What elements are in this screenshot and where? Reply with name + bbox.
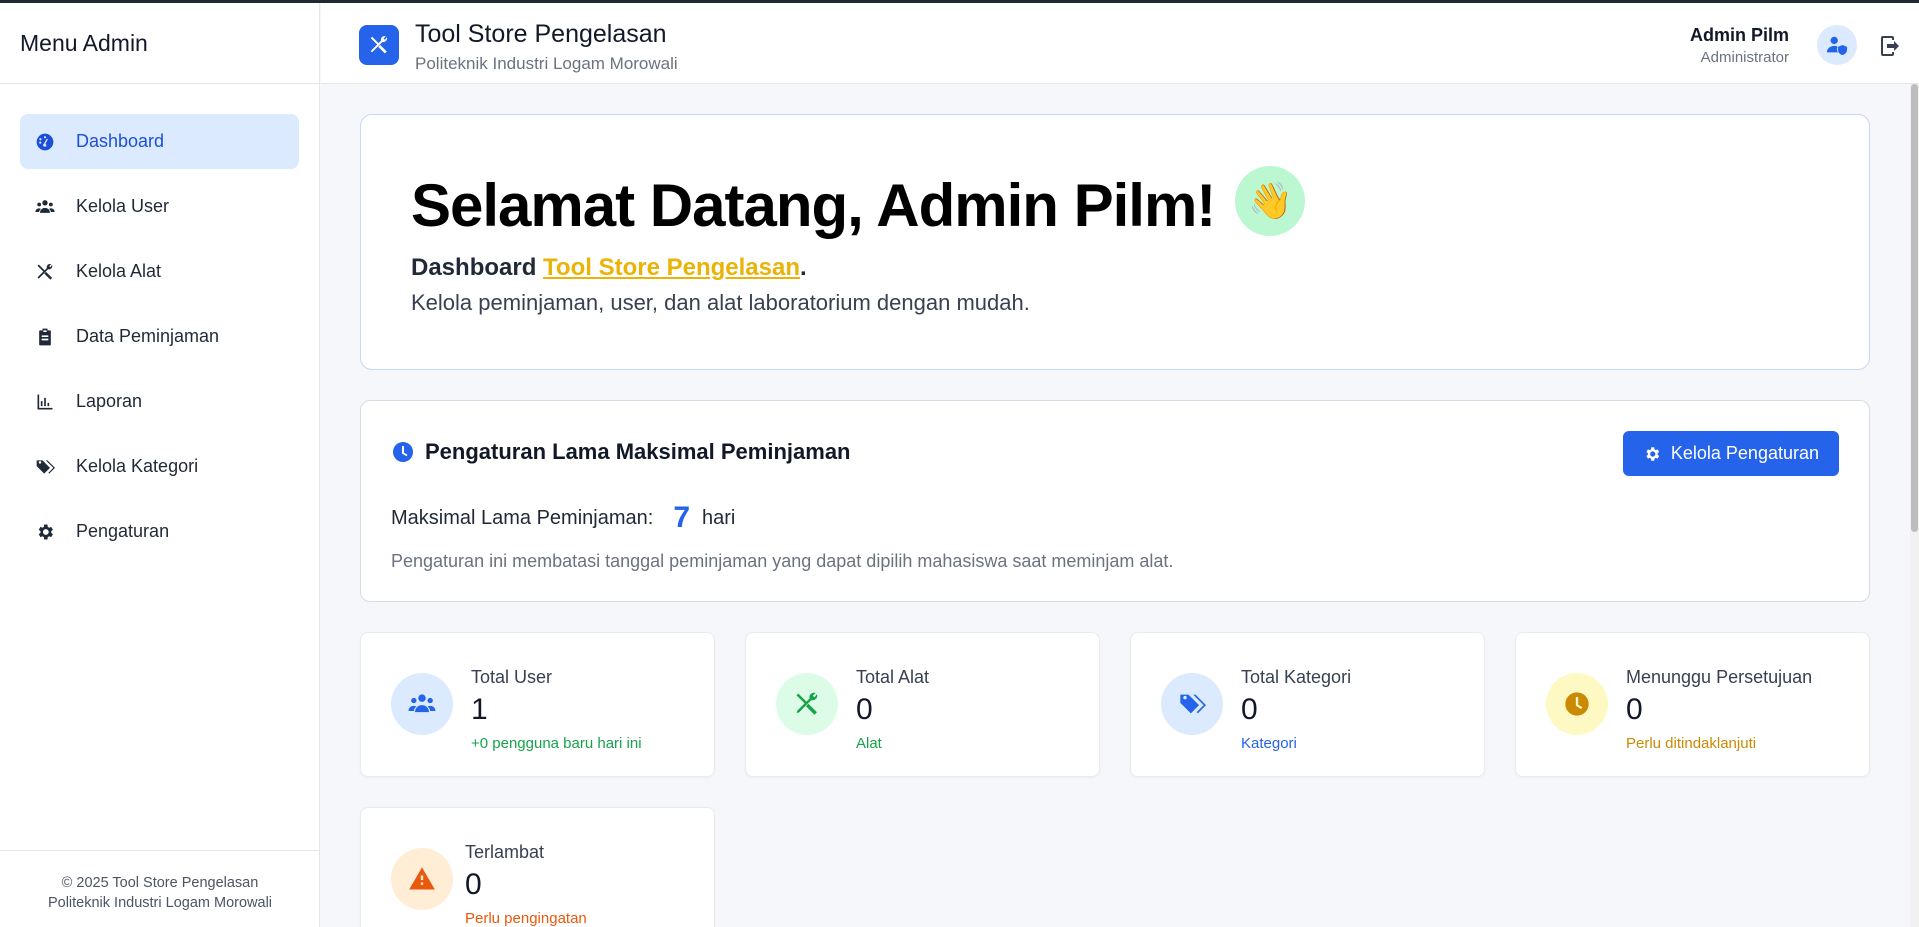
stat-value: 0	[1626, 693, 1643, 726]
stat-label: Total Alat	[856, 667, 930, 687]
max-loan-value: 7	[673, 501, 691, 534]
stat-value: 1	[471, 693, 488, 726]
sidebar-title: Menu Admin	[0, 3, 319, 84]
clipboard-icon	[34, 326, 56, 348]
chart-icon	[34, 391, 56, 413]
stat-label: Total Kategori	[1241, 667, 1352, 687]
sidebar-item-data-peminjaman[interactable]: Data Peminjaman	[20, 309, 299, 364]
stat-label: Menunggu Persetujuan	[1626, 667, 1813, 687]
sidebar-item-kelola-kategori[interactable]: Kelola Kategori	[20, 439, 299, 494]
app-title: Tool Store Pengelasan	[415, 20, 667, 48]
gauge-icon	[34, 131, 56, 153]
sidebar-item-label: Kelola User	[76, 196, 170, 216]
welcome-card: Selamat Datang, Admin Pilm! 👋 Dashboard …	[360, 114, 1870, 370]
sidebar-item-pengaturan[interactable]: Pengaturan	[20, 504, 299, 559]
welcome-highlight-link[interactable]: Tool Store Pengelasan	[543, 254, 800, 281]
sidebar-item-kelola-user[interactable]: Kelola User	[20, 179, 299, 234]
gear-icon	[34, 521, 56, 543]
max-loan-label: Maksimal Lama Peminjaman:	[391, 506, 654, 529]
max-loan-row: Maksimal Lama Peminjaman: 7 hari	[391, 501, 735, 535]
manage-settings-label: Kelola Pengaturan	[1670, 443, 1819, 463]
welcome-subheading: Dashboard Tool Store Pengelasan.	[411, 254, 1819, 282]
sidebar-item-label: Pengaturan	[76, 521, 170, 541]
stat-value: 0	[1241, 693, 1258, 726]
top-header: Tool Store Pengelasan Politeknik Industr…	[321, 3, 1919, 84]
footer-institution: Politeknik Industri Logam Morowali	[47, 895, 273, 911]
stat-value: 0	[856, 693, 873, 726]
waving-hand-icon: 👋	[1235, 166, 1306, 236]
stat-label: Total User	[471, 667, 553, 687]
welcome-description: Kelola peminjaman, user, dan alat labora…	[411, 290, 1030, 315]
stat-sub: Kategori	[1241, 735, 1297, 752]
avatar[interactable]	[1817, 25, 1857, 65]
sidebar-nav: Dashboard Kelola User Kelola Alat Data P…	[0, 84, 319, 559]
stat-card-terlambat: Terlambat 0 Perlu pengingatan	[360, 807, 715, 927]
stat-value: 0	[465, 868, 482, 901]
settings-title: Pengaturan Lama Maksimal Peminjaman	[391, 439, 851, 465]
sidebar-item-label: Kelola Alat	[76, 261, 162, 281]
user-shield-icon	[1826, 36, 1848, 56]
tags-icon	[34, 456, 56, 478]
stat-card-total-alat: Total Alat 0 Alat	[745, 632, 1100, 777]
users-icon	[34, 196, 56, 218]
sidebar-item-dashboard[interactable]: Dashboard	[20, 114, 299, 169]
clock-icon	[1546, 673, 1608, 735]
welcome-prefix: Dashboard	[411, 254, 544, 281]
stat-sub: Perlu pengingatan	[465, 910, 587, 927]
loan-settings-card: Pengaturan Lama Maksimal Peminjaman Kelo…	[360, 400, 1870, 602]
tools-logo-icon	[359, 25, 399, 65]
welcome-heading-text: Selamat Datang, Admin Pilm!	[411, 171, 1216, 239]
clock-icon	[391, 440, 415, 464]
user-name: Admin Pilm	[1689, 25, 1789, 45]
stat-card-total-user: Total User 1 +0 pengguna baru hari ini	[360, 632, 715, 777]
welcome-heading: Selamat Datang, Admin Pilm! 👋	[411, 166, 1819, 240]
sidebar-item-kelola-alat[interactable]: Kelola Alat	[20, 244, 299, 299]
stat-card-total-kategori: Total Kategori 0 Kategori	[1130, 632, 1485, 777]
stats-grid: Total User 1 +0 pengguna baru hari ini T…	[360, 632, 1870, 927]
sidebar: Menu Admin Dashboard Kelola User Kelola …	[0, 3, 320, 927]
main-content: Selamat Datang, Admin Pilm! 👋 Dashboard …	[360, 114, 1870, 927]
stat-sub: Perlu ditindaklanjuti	[1626, 735, 1757, 752]
welcome-suffix: .	[799, 254, 807, 281]
manage-settings-button[interactable]: Kelola Pengaturan	[1622, 431, 1839, 476]
stat-card-menunggu-persetujuan: Menunggu Persetujuan 0 Perlu ditindaklan…	[1515, 632, 1870, 777]
gear-icon	[1646, 446, 1659, 461]
user-role: Administrator	[1700, 49, 1789, 66]
top-border	[0, 0, 1919, 3]
scrollbar-thumb[interactable]	[1911, 84, 1918, 532]
sidebar-footer: © 2025 Tool Store Pengelasan Politeknik …	[0, 850, 320, 927]
footer-copyright: © 2025 Tool Store Pengelasan	[61, 875, 259, 891]
sidebar-item-label: Dashboard	[76, 131, 165, 151]
logout-icon	[1881, 36, 1899, 56]
tools-icon	[776, 673, 838, 735]
tools-icon	[34, 261, 56, 283]
sidebar-item-label: Data Peminjaman	[76, 326, 220, 346]
settings-note: Pengaturan ini membatasi tanggal peminja…	[391, 551, 1174, 571]
stat-label: Terlambat	[465, 842, 545, 862]
logout-button[interactable]	[1877, 33, 1903, 59]
stat-sub: +0 pengguna baru hari ini	[471, 735, 642, 752]
tags-icon	[1161, 673, 1223, 735]
warning-icon	[391, 848, 453, 910]
app-subtitle: Politeknik Industri Logam Morowali	[415, 54, 678, 73]
max-loan-unit: hari	[702, 506, 736, 529]
sidebar-item-label: Laporan	[76, 391, 143, 411]
users-icon	[391, 673, 453, 735]
sidebar-item-laporan[interactable]: Laporan	[20, 374, 299, 429]
sidebar-item-label: Kelola Kategori	[76, 456, 199, 476]
stat-sub: Alat	[856, 735, 882, 752]
settings-title-text: Pengaturan Lama Maksimal Peminjaman	[425, 439, 851, 464]
